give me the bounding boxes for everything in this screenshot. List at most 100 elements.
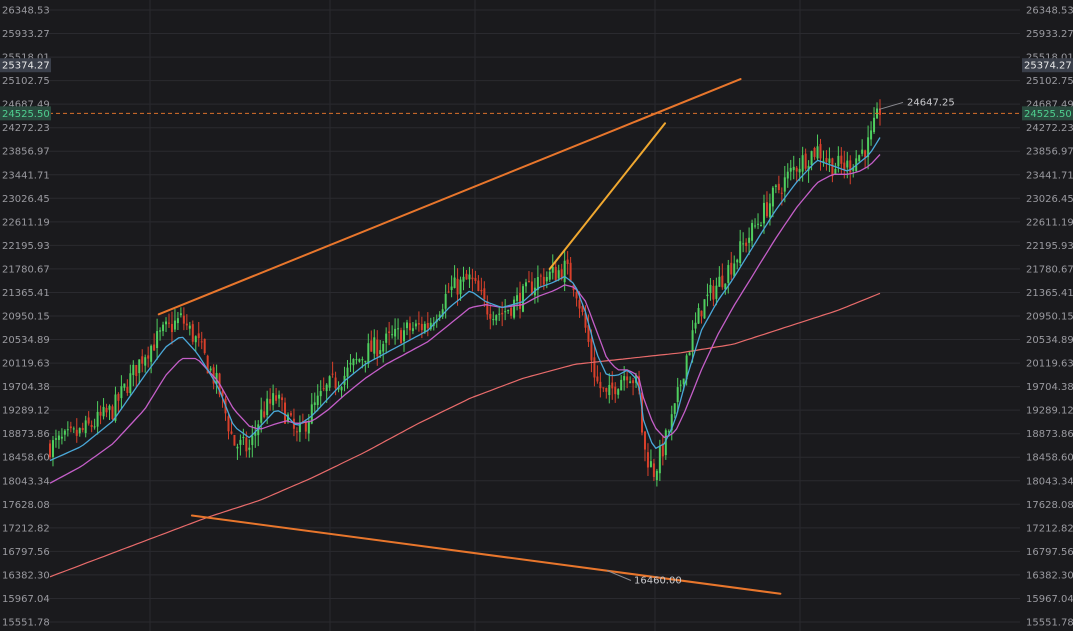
left-tick-label: 22195.93 — [2, 241, 50, 252]
candle-body — [465, 273, 468, 280]
candle-body — [382, 344, 385, 352]
candle-body — [93, 426, 96, 428]
right-tick-label: 17628.08 — [1026, 500, 1073, 511]
candle-body — [200, 341, 203, 343]
candle-body — [801, 155, 804, 172]
candle-body — [786, 171, 789, 179]
candle-body — [599, 381, 602, 389]
left-tick-label: 18873.86 — [2, 429, 50, 440]
candle-body — [227, 416, 230, 432]
candle-body — [444, 293, 447, 309]
candle-body — [361, 359, 364, 361]
candle-body — [417, 323, 420, 325]
candle-body — [72, 428, 75, 430]
left-tick-label: 19289.12 — [2, 406, 50, 417]
candle-body — [385, 333, 388, 343]
right-tick-label: 17212.82 — [1026, 523, 1073, 534]
candle-body — [96, 411, 99, 427]
candle-body — [51, 440, 54, 457]
candle-body — [658, 446, 661, 474]
candle-body — [81, 428, 84, 431]
candle-body — [712, 285, 715, 300]
candle-body — [837, 155, 840, 167]
candle-body — [462, 276, 465, 282]
candle-body — [739, 241, 742, 263]
candle-body — [745, 242, 748, 247]
left-tick-label: 24272.23 — [2, 123, 50, 134]
candle-body — [188, 325, 191, 329]
candle-body — [498, 313, 501, 315]
candle-body — [209, 368, 212, 371]
left-tick-label: 21780.67 — [2, 264, 50, 275]
candle-body — [304, 422, 307, 432]
right-tick-label: 16382.30 — [1026, 570, 1073, 581]
candle-body — [789, 167, 792, 172]
candle-body — [718, 276, 721, 287]
candle-body — [75, 429, 78, 436]
candle-body — [405, 322, 408, 329]
candle-body — [804, 153, 807, 169]
candle-body — [846, 160, 849, 168]
candle-body — [307, 421, 310, 434]
candle-body — [507, 310, 510, 312]
candle-body — [492, 319, 495, 321]
candle-body — [629, 381, 632, 383]
candle-body — [649, 461, 652, 467]
right-tick-label: 26348.53 — [1026, 6, 1073, 17]
candle-body — [539, 275, 542, 277]
candle-body — [819, 144, 822, 159]
candle-body — [727, 265, 730, 283]
right-tick-label: 23441.71 — [1026, 170, 1073, 181]
right-tick-label: 18458.60 — [1026, 453, 1073, 464]
candle-body — [825, 158, 828, 162]
candle-body — [810, 151, 813, 166]
left-tick-label: 18458.60 — [2, 453, 50, 464]
price-tag-left-label: 24525.50 — [2, 109, 50, 120]
candle-body — [194, 336, 197, 343]
candle-body — [563, 260, 566, 283]
candle-body — [141, 356, 144, 364]
left-tick-label: 17212.82 — [2, 523, 50, 534]
candle-body — [551, 266, 554, 273]
high-marker-label: 24647.25 — [907, 97, 955, 108]
candle-body — [260, 409, 263, 423]
candle-body — [617, 389, 620, 395]
right-tick-label: 24272.23 — [1026, 123, 1073, 134]
candle-body — [129, 373, 132, 394]
candle-body — [513, 299, 516, 318]
candle-body — [768, 203, 771, 218]
chart-background — [0, 0, 1073, 631]
candle-body — [828, 158, 831, 163]
candle-body — [751, 223, 754, 241]
candle-body — [63, 430, 66, 435]
candle-body — [736, 259, 739, 263]
candle-body — [548, 271, 551, 280]
candle-body — [408, 323, 411, 331]
candle-body — [873, 117, 876, 133]
candle-body — [840, 155, 843, 164]
candle-body — [245, 437, 248, 452]
candle-body — [870, 130, 873, 140]
candle-body — [420, 323, 423, 331]
candle-body — [281, 397, 284, 401]
price-chart[interactable]: 26348.53 26348.5325933.27 25933.2725518.01… — [0, 0, 1073, 631]
left-tick-label: 19704.38 — [2, 382, 50, 393]
candle-body — [673, 403, 676, 414]
candle-body — [376, 339, 379, 357]
candle-body — [156, 331, 159, 349]
candle-body — [688, 352, 691, 356]
candle-body — [367, 343, 370, 364]
left-tick-label: 25933.27 — [2, 29, 50, 40]
right-tick-label: 19704.38 — [1026, 382, 1073, 393]
candle-body — [522, 286, 525, 312]
candle-body — [403, 330, 406, 342]
candle-body — [132, 364, 135, 376]
candle-body — [176, 318, 179, 324]
candle-body — [108, 405, 111, 410]
candle-body — [620, 379, 623, 391]
candle-body — [730, 262, 733, 275]
candle-body — [105, 407, 108, 413]
candle-body — [397, 328, 400, 330]
right-tick-label: 20534.89 — [1026, 335, 1073, 346]
left-tick-label: 18043.34 — [2, 476, 50, 487]
